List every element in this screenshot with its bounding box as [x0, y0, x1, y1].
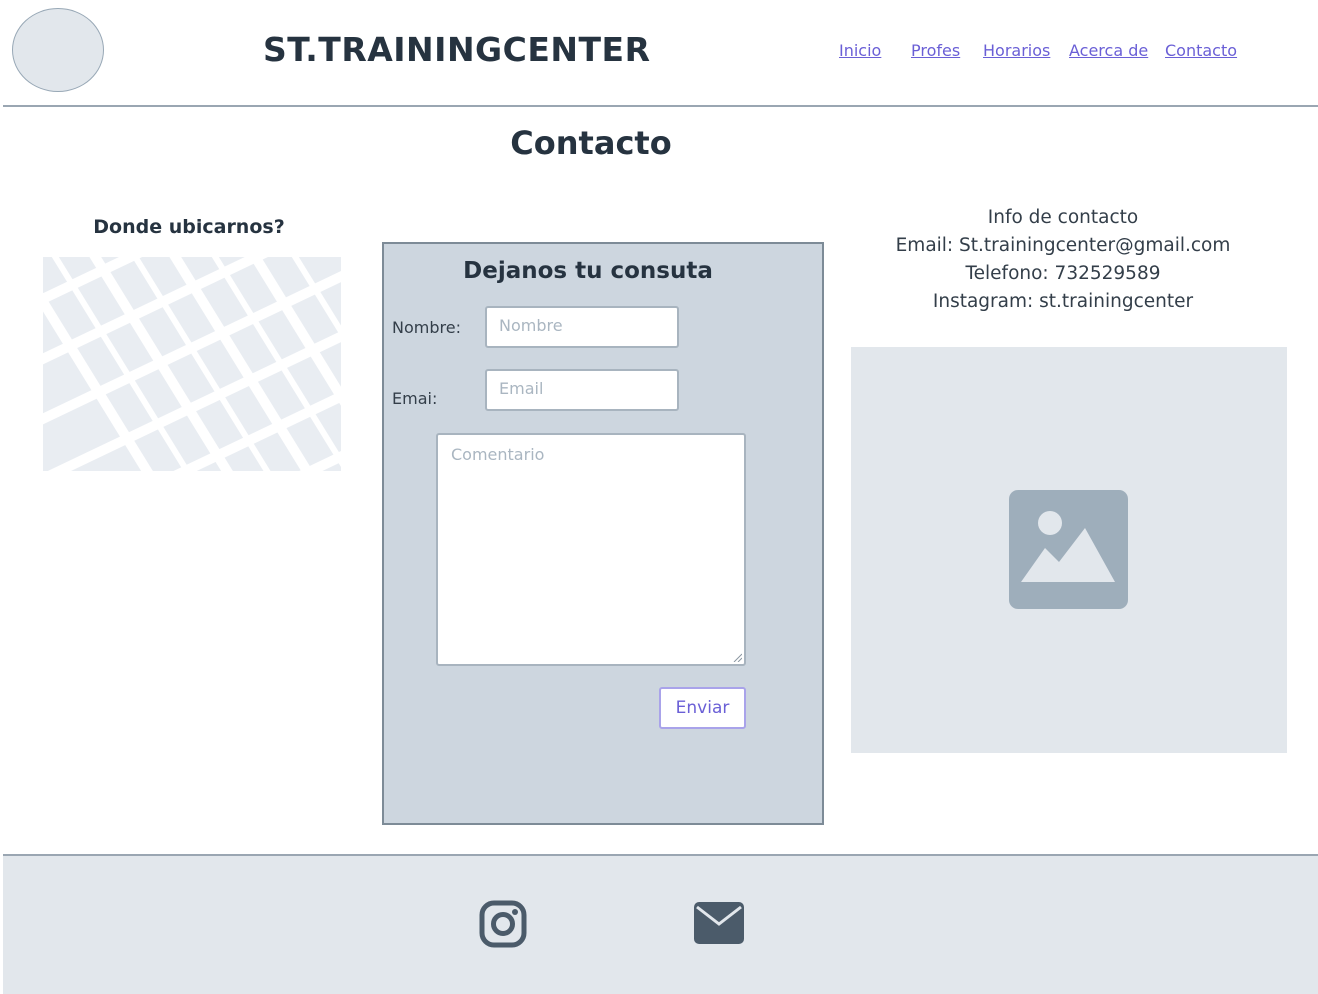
footer	[3, 854, 1318, 994]
form-title: Dejanos tu consuta	[463, 258, 713, 284]
location-heading: Donde ubicarnos?	[93, 216, 285, 238]
contact-email: Email: St.trainingcenter@gmail.com	[895, 235, 1231, 256]
map-grid-graphic	[43, 257, 341, 471]
map-placeholder	[43, 257, 341, 471]
instagram-icon[interactable]	[479, 900, 527, 948]
mail-icon[interactable]	[694, 902, 744, 944]
contact-info-heading: Info de contacto	[987, 207, 1139, 228]
image-placeholder	[851, 347, 1287, 753]
nav-link-inicio[interactable]: Inicio	[839, 41, 881, 60]
comment-textarea[interactable]: Comentario	[436, 433, 746, 666]
header-divider	[3, 105, 1318, 107]
contact-instagram: Instagram: st.trainingcenter	[932, 291, 1194, 312]
email-input[interactable]: Email	[485, 369, 679, 411]
contact-info: Info de contacto Email: St.trainingcente…	[851, 204, 1275, 316]
contact-phone: Telefono: 732529589	[965, 263, 1161, 284]
image-placeholder-icon	[1009, 490, 1128, 609]
nav-link-profes[interactable]: Profes	[911, 41, 960, 60]
nav-link-contacto[interactable]: Contacto	[1165, 41, 1237, 60]
site-title: ST.TRAININGCENTER	[263, 30, 651, 69]
name-label: Nombre:	[392, 318, 461, 337]
submit-button[interactable]: Enviar	[659, 687, 746, 729]
logo[interactable]	[12, 8, 104, 92]
comment-placeholder: Comentario	[451, 445, 545, 464]
resize-grip-icon[interactable]	[732, 652, 742, 662]
nav-link-horarios[interactable]: Horarios	[983, 41, 1050, 60]
page-title: Contacto	[510, 124, 672, 162]
name-input[interactable]: Nombre	[485, 306, 679, 348]
email-label: Emai:	[392, 389, 438, 408]
nav-link-acerca-de[interactable]: Acerca de	[1069, 41, 1148, 60]
